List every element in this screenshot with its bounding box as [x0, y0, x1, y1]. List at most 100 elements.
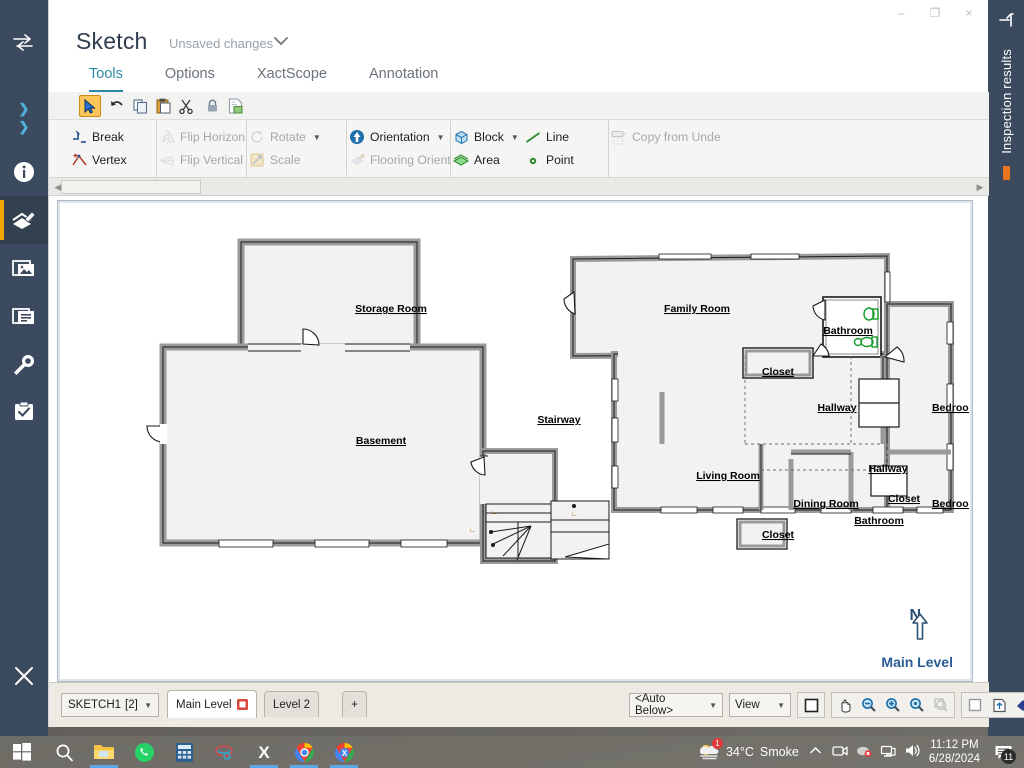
file-explorer-icon[interactable]: [84, 736, 124, 768]
chevron-down-icon[interactable]: ▼: [777, 701, 785, 710]
windows-start-icon[interactable]: [0, 736, 44, 768]
undo-icon[interactable]: [106, 95, 128, 117]
svg-text:∟: ∟: [571, 511, 578, 518]
room-label-bedroom[interactable]: Bedroom: [932, 498, 969, 510]
export-icon[interactable]: [224, 95, 246, 117]
chevron-down-icon[interactable]: ▼: [709, 701, 717, 710]
paste-icon[interactable]: [152, 95, 174, 117]
chevron-down-icon[interactable]: [273, 33, 289, 49]
chevron-right-icon-2[interactable]: ❯: [0, 118, 48, 136]
room-label-family-room[interactable]: Family Room: [664, 303, 730, 315]
pan-hand-icon[interactable]: [833, 693, 857, 717]
chrome-x-icon[interactable]: X: [324, 736, 364, 768]
clipboard-check-icon[interactable]: [0, 388, 48, 436]
search-icon[interactable]: [44, 736, 84, 768]
zoom-extents-icon[interactable]: [905, 693, 929, 717]
tab-xactscope[interactable]: XactScope: [257, 62, 327, 92]
ribbon-item-flooring-orient: Flooring Orient: [349, 152, 451, 168]
room-label-hallway[interactable]: Hallway: [868, 463, 907, 475]
room-label-dining-room[interactable]: Dining Room: [793, 498, 858, 510]
zoom-previous-icon[interactable]: [929, 693, 953, 717]
chevron-right-icon-1[interactable]: ❯: [0, 100, 48, 118]
inspection-results-panel[interactable]: Inspection results: [988, 0, 1024, 736]
window-close-button[interactable]: ×: [952, 0, 986, 26]
underlay-select[interactable]: <Auto Below> ▼: [629, 693, 723, 717]
sketch-canvas[interactable]: ∟ ∟ ∟ Storage Room Basement Stairway Fam…: [61, 204, 969, 678]
sketch-icon[interactable]: [0, 196, 48, 244]
view-controls: <Auto Below> ▼ View ▼: [629, 692, 1024, 718]
zoom-group: [831, 692, 955, 718]
collapse-arrows-icon[interactable]: [0, 18, 48, 66]
chevron-down-icon[interactable]: ▼: [313, 133, 321, 142]
select-arrow-icon[interactable]: [79, 95, 101, 117]
sketch-selector[interactable]: SKETCH1 [2] ▼: [61, 693, 159, 717]
sketch-status-bar: SKETCH1 [2] ▼ Main Level Level 2 + <Auto B…: [49, 682, 1024, 727]
room-label-bedroom[interactable]: Bedroom: [932, 402, 969, 414]
lock-icon[interactable]: [201, 95, 223, 117]
ribbon-item-block[interactable]: Block ▼: [453, 129, 519, 145]
taskbar-clock[interactable]: 11:12 PM 6/28/2024: [929, 738, 980, 766]
room-label-storage-room[interactable]: Storage Room: [355, 303, 427, 315]
add-level-button[interactable]: +: [342, 691, 367, 717]
ribbon-item-line[interactable]: Line: [525, 129, 569, 145]
app-icon[interactable]: [204, 736, 244, 768]
tools-wrench-icon[interactable]: [0, 340, 48, 388]
level-tab-main-level[interactable]: Main Level: [167, 690, 257, 718]
calculator-icon[interactable]: [164, 736, 204, 768]
minimize-button[interactable]: –: [884, 0, 918, 26]
ribbon-scroll-right-icon[interactable]: ▶: [973, 180, 987, 194]
tab-options[interactable]: Options: [165, 62, 215, 92]
fit-rectangle-icon[interactable]: [799, 693, 823, 717]
blank-page-icon[interactable]: [963, 693, 987, 717]
error-icon[interactable]: [856, 744, 872, 761]
room-label-hallway[interactable]: Hallway: [817, 402, 856, 414]
tab-tools[interactable]: Tools: [89, 62, 123, 92]
zoom-out-icon[interactable]: [857, 693, 881, 717]
zoom-in-icon[interactable]: [881, 693, 905, 717]
flooring-orient-icon: [349, 152, 365, 168]
ribbon-item-break[interactable]: Break: [71, 129, 124, 145]
room-label-stairway[interactable]: Stairway: [537, 414, 580, 426]
ribbon-item-area[interactable]: Area: [453, 152, 500, 168]
room-label-bathroom[interactable]: Bathroom: [823, 325, 873, 337]
room-label-closet[interactable]: Closet: [888, 493, 921, 505]
weather-widget[interactable]: 1 34°C Smoke: [698, 737, 799, 763]
view-select[interactable]: View ▼: [729, 693, 791, 717]
info-icon[interactable]: [0, 148, 48, 196]
chevron-up-icon[interactable]: [807, 744, 824, 760]
camera-icon[interactable]: [832, 744, 848, 761]
room-label-living-room[interactable]: Living Room: [696, 470, 760, 482]
chevron-down-icon[interactable]: ▼: [144, 701, 152, 710]
import-page-icon[interactable]: [987, 693, 1011, 717]
chrome-icon[interactable]: [284, 736, 324, 768]
ribbon-item-point[interactable]: Point: [525, 152, 574, 168]
volume-icon[interactable]: [904, 743, 921, 761]
notifications-icon[interactable]: 11: [988, 736, 1018, 768]
level-tab-level-2[interactable]: Level 2: [264, 691, 320, 717]
tab-annotation[interactable]: Annotation: [369, 62, 438, 92]
whatsapp-icon[interactable]: [124, 736, 164, 768]
ribbon-item-vertex[interactable]: Vertex: [71, 152, 127, 168]
chevron-down-icon[interactable]: ▼: [511, 133, 519, 142]
close-icon[interactable]: [0, 652, 48, 700]
level-tab-close-icon[interactable]: [236, 699, 248, 710]
room-label-basement[interactable]: Basement: [356, 435, 407, 447]
line-icon: [525, 129, 541, 145]
paint-bucket-icon[interactable]: [1011, 693, 1024, 717]
photos-icon[interactable]: [0, 244, 48, 292]
expand-left-icon[interactable]: [996, 10, 1016, 35]
room-label-bathroom[interactable]: Bathroom: [854, 515, 904, 527]
maximize-button[interactable]: ❐: [918, 0, 952, 26]
chevron-down-icon[interactable]: ▼: [437, 133, 445, 142]
ribbon-scroll-thumb[interactable]: [61, 180, 201, 194]
room-label-closet[interactable]: Closet: [762, 529, 795, 541]
cut-icon[interactable]: [175, 95, 197, 117]
ribbon-group-4: Block ▼ Area Line Point: [453, 120, 609, 178]
network-icon[interactable]: [880, 744, 896, 761]
xactimate-icon[interactable]: X: [244, 736, 284, 768]
room-label-closet[interactable]: Closet: [762, 366, 795, 378]
documents-icon[interactable]: [0, 292, 48, 340]
ribbon-scrollbar[interactable]: ◀ ▶: [49, 178, 989, 196]
copy-icon[interactable]: [129, 95, 151, 117]
ribbon-item-orientation[interactable]: Orientation ▼: [349, 129, 445, 145]
